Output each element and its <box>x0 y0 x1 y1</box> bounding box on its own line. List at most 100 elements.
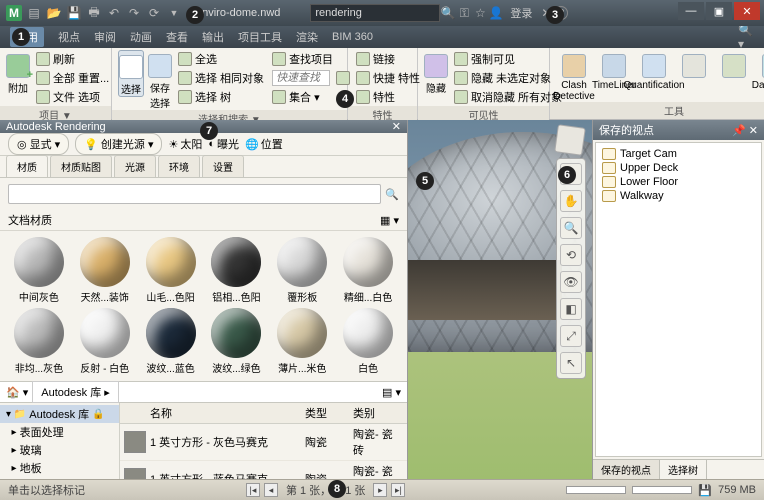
lib-view-toggle-icon[interactable]: ▤ ▾ <box>382 386 401 399</box>
tab-environment[interactable]: 环境 <box>158 155 200 177</box>
scripter-button[interactable] <box>676 50 712 78</box>
material-item[interactable]: 铝相...色阳 <box>205 237 267 304</box>
lib-col-name[interactable]: 名称 <box>146 403 301 423</box>
lib-breadcrumb[interactable]: Autodesk 库 ▸ <box>32 381 119 403</box>
material-item[interactable]: 山毛...色阳 <box>140 237 202 304</box>
pan-icon[interactable]: ✋ <box>560 190 582 212</box>
redo-icon[interactable]: ↷ <box>126 5 142 21</box>
view-toggle-icon[interactable]: ▦ ▾ <box>380 214 399 227</box>
menu-item-bim360[interactable]: BIM 360 <box>332 31 373 43</box>
panel-close-icon[interactable]: ✕ <box>392 120 401 133</box>
file-new-icon[interactable]: ▤ <box>26 5 42 21</box>
select-all-cmd[interactable]: 全选 <box>176 50 266 68</box>
force-visible-cmd[interactable]: 强制可见 <box>452 50 564 68</box>
hide-unselected-cmd[interactable]: 隐藏 未选定对象 <box>452 69 564 87</box>
refresh-cmd[interactable]: 刷新 <box>34 50 111 68</box>
material-item[interactable]: 精细...白色 <box>337 237 399 304</box>
dropdown-icon[interactable]: ▼ <box>166 5 182 21</box>
zoom-icon[interactable]: 🔍 <box>560 217 582 239</box>
clash-detective-button[interactable]: Clash Detective <box>556 50 592 102</box>
tab-lights[interactable]: 光源 <box>114 155 156 177</box>
select-same-cmd[interactable]: 选择 相同对象 <box>176 69 266 87</box>
links-cmd[interactable]: 链接 <box>354 50 422 68</box>
create-light-dropdown[interactable]: 💡创建光源 ▾ <box>75 133 162 155</box>
tab-settings[interactable]: 设置 <box>202 155 244 177</box>
walk-icon[interactable]: ◧ <box>560 298 582 320</box>
login-label[interactable]: 登录 <box>510 5 532 21</box>
library-row[interactable]: 1 英寸方形 - 灰色马赛克陶瓷陶瓷- 瓷砖 <box>120 424 407 461</box>
viewpoint-item[interactable]: Lower Floor <box>602 175 755 189</box>
find-items-cmd[interactable]: 查找项目 <box>270 50 352 68</box>
maximize-button[interactable]: ▣ <box>706 2 732 20</box>
orbit-icon[interactable]: ⟲ <box>560 244 582 266</box>
lib-tree-root[interactable]: ▾ 📁 Autodesk 库 🔒 <box>0 405 119 423</box>
undo-icon[interactable]: ↶ <box>106 5 122 21</box>
lib-tree-floor[interactable]: ▸ 地板 <box>0 459 119 477</box>
tab-select-tree[interactable]: 选择树 <box>660 460 707 479</box>
close-button[interactable]: ✕ <box>734 2 760 20</box>
pager-first[interactable]: |◂ <box>246 483 260 497</box>
menu-item-output[interactable]: 输出 <box>202 29 224 45</box>
lib-tree-glass[interactable]: ▸ 玻璃 <box>0 441 119 459</box>
props-cmd[interactable]: 特性 <box>354 88 422 106</box>
menu-item-view[interactable]: 查看 <box>166 29 188 45</box>
quick-props-cmd[interactable]: 快捷 特性 <box>354 69 422 87</box>
material-item[interactable]: 波纹...蓝色 <box>140 308 202 375</box>
attach-button[interactable]: + 附加 <box>6 50 30 95</box>
material-item[interactable]: 薄片...米色 <box>271 308 333 375</box>
select-nav-icon[interactable]: ↖ <box>560 352 582 374</box>
menu-item-viewpoint[interactable]: 视点 <box>58 29 80 45</box>
panel-close-icon-right[interactable]: ✕ <box>749 125 758 137</box>
material-search-input[interactable] <box>8 184 381 204</box>
view-cube[interactable] <box>554 124 586 156</box>
print-icon[interactable]: 🖶 <box>86 5 102 21</box>
minimize-button[interactable]: — <box>678 2 704 20</box>
binoculars-icon[interactable]: 🔍 <box>440 5 456 21</box>
help-search-icon[interactable]: 🔍▾ <box>738 29 754 45</box>
datatools-button[interactable]: DataTools <box>756 50 764 91</box>
location-button[interactable]: 🌐位置 <box>245 136 283 152</box>
pager-last[interactable]: ▸| <box>391 483 405 497</box>
save-select-button[interactable]: 保存 选择 <box>148 50 172 110</box>
select-tree-cmd[interactable]: 选择 树 <box>176 88 266 106</box>
lib-col-cat[interactable]: 类别 <box>349 403 407 423</box>
lib-col-type[interactable]: 类型 <box>301 403 349 423</box>
lib-tree-surface[interactable]: ▸ 表面处理 <box>0 423 119 441</box>
tab-saved-viewpoints[interactable]: 保存的视点 <box>593 460 660 479</box>
measure-icon[interactable]: ⤢ <box>560 325 582 347</box>
reset-all-cmd[interactable]: 全部 重置... <box>34 69 111 87</box>
pin-icon[interactable]: 📌 <box>732 125 746 137</box>
look-icon[interactable]: 👁 <box>560 271 582 293</box>
tab-materials[interactable]: 材质 <box>6 155 48 177</box>
menu-item-review[interactable]: 审阅 <box>94 29 116 45</box>
viewpoint-item[interactable]: Upper Deck <box>602 161 755 175</box>
pager-next[interactable]: ▸ <box>373 483 387 497</box>
material-item[interactable]: 白色 <box>337 308 399 375</box>
material-item[interactable]: 反射 - 白色 <box>74 308 136 375</box>
menu-item-anim[interactable]: 动画 <box>130 29 152 45</box>
material-item[interactable]: 覆形板 <box>271 237 333 304</box>
viewpoint-item[interactable]: Walkway <box>602 189 755 203</box>
home-icon[interactable]: 🏠 ▾ <box>6 386 28 399</box>
material-item[interactable]: 波纹...绿色 <box>205 308 267 375</box>
quick-find-input[interactable] <box>272 70 330 86</box>
unhide-all-cmd[interactable]: 取消隐藏 所有对象 <box>452 88 564 106</box>
refresh-icon[interactable]: ⟳ <box>146 5 162 21</box>
viewpoint-item[interactable]: Target Cam <box>602 147 755 161</box>
hide-button[interactable]: 隐藏 <box>424 50 448 95</box>
save-icon[interactable]: 💾 <box>66 5 82 21</box>
file-options-cmd[interactable]: 文件 选项 <box>34 88 111 106</box>
star-icon[interactable]: ☆ <box>472 5 488 21</box>
mode-dropdown[interactable]: ◎显式 ▾ <box>8 133 69 155</box>
sun-toggle[interactable]: ☀太阳 <box>168 136 202 152</box>
title-search-input[interactable] <box>310 4 440 22</box>
material-item[interactable]: 天然...装饰 <box>74 237 136 304</box>
material-item[interactable]: 非均...灰色 <box>8 308 70 375</box>
select-button[interactable]: 选择 <box>118 50 144 97</box>
pager-prev[interactable]: ◂ <box>264 483 278 497</box>
quantification-button[interactable]: Quantification <box>636 50 672 91</box>
appstore-button[interactable] <box>716 50 752 78</box>
material-item[interactable]: 中间灰色 <box>8 237 70 304</box>
open-icon[interactable]: 📂 <box>46 5 62 21</box>
menu-item-render[interactable]: 渲染 <box>296 29 318 45</box>
